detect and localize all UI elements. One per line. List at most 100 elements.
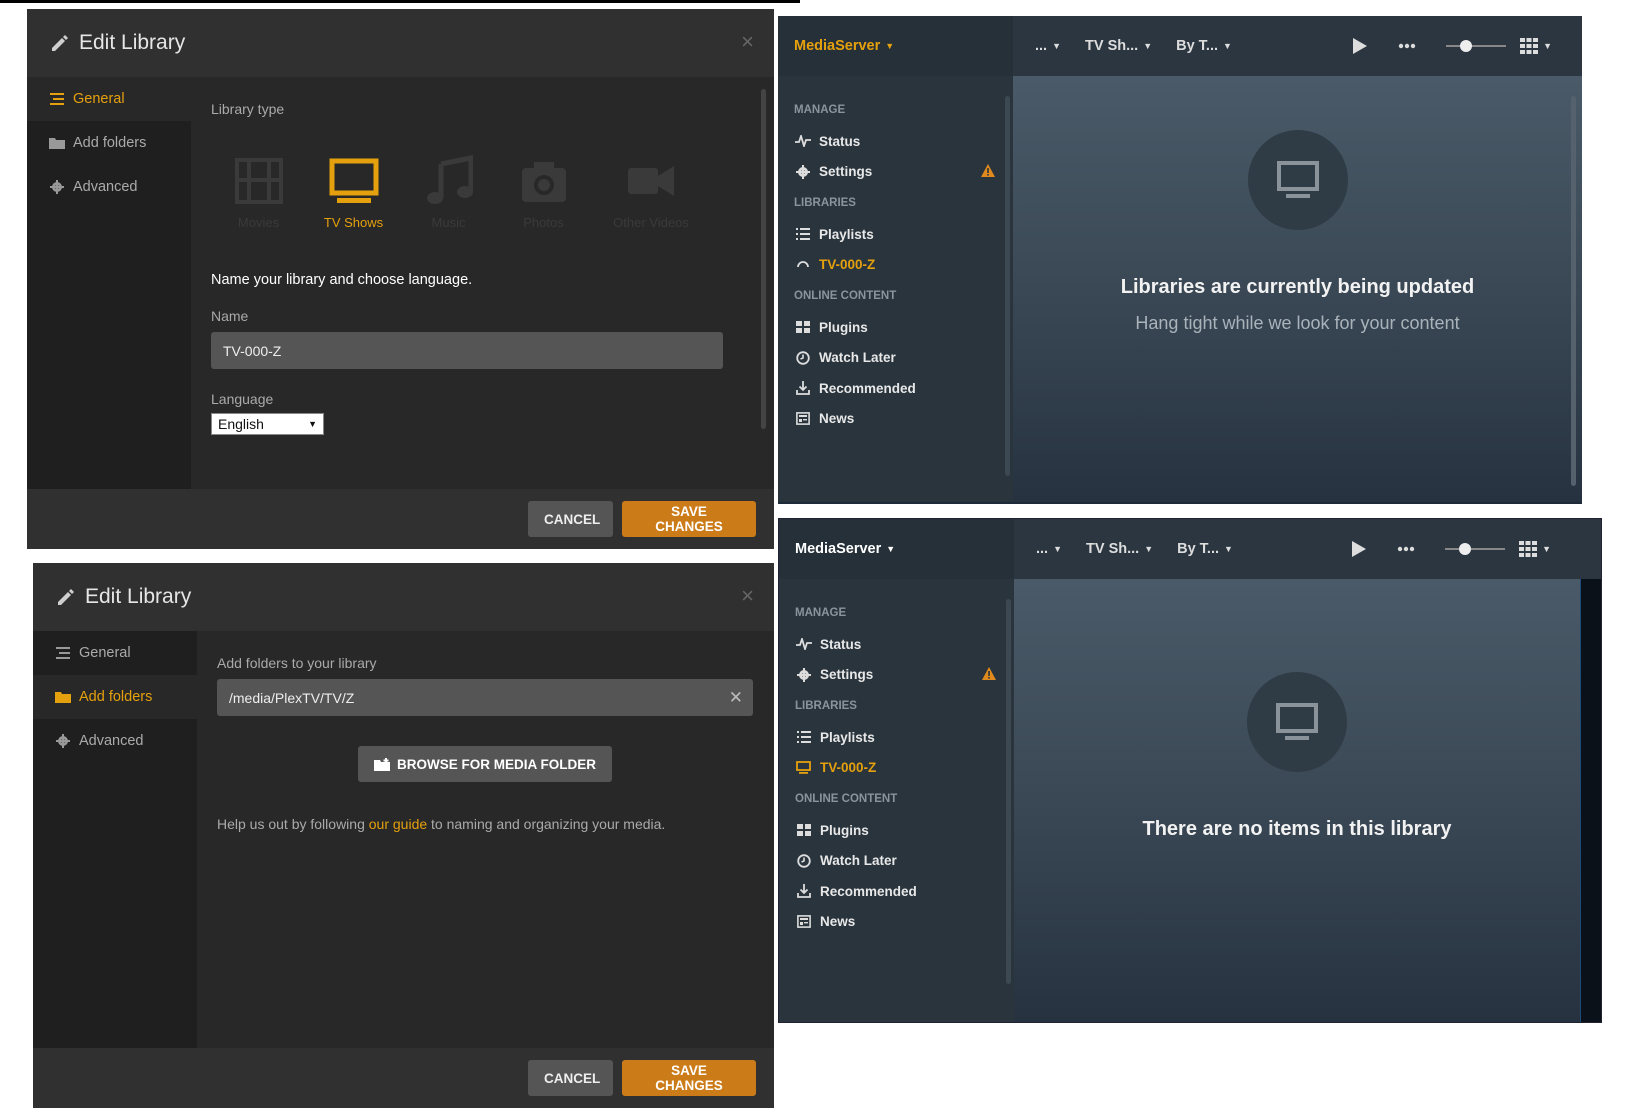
sidebar-item-settings[interactable]: Settings xyxy=(778,157,1013,188)
nav-more-dropdown[interactable]: ... ▼ xyxy=(1035,38,1061,54)
sidebar-item-label: Add folders xyxy=(79,689,153,705)
sidebar-item-status[interactable]: Status xyxy=(778,126,1013,157)
name-label: Name xyxy=(211,308,249,324)
nav-sort-dropdown[interactable]: By T... ▼ xyxy=(1177,541,1233,557)
sidebar-item-add-folders[interactable]: Add folders xyxy=(27,121,191,165)
save-changes-button[interactable]: SAVE CHANGES xyxy=(622,1060,756,1096)
server-selector[interactable]: MediaServer ▼ xyxy=(779,519,1014,579)
more-icon[interactable] xyxy=(1397,546,1415,552)
pencil-icon xyxy=(52,35,68,51)
chevron-down-icon: ▼ xyxy=(1052,41,1062,52)
newspaper-icon xyxy=(794,412,811,426)
language-select[interactable]: English ▼ xyxy=(211,413,324,435)
main-scrollbar[interactable] xyxy=(1571,96,1576,486)
film-icon xyxy=(234,158,283,204)
sidebar-item-playlists[interactable]: Playlists xyxy=(779,722,1014,753)
close-icon[interactable]: × xyxy=(741,31,754,53)
dialog-header: Edit Library × xyxy=(33,563,774,631)
remove-folder-icon[interactable]: ✕ xyxy=(729,688,743,708)
folder-path-field[interactable]: /media/PlexTV/TV/Z ✕ xyxy=(217,679,753,716)
sidebar-item-advanced[interactable]: Advanced xyxy=(27,165,191,209)
sidebar-item-watch-later[interactable]: Watch Later xyxy=(779,846,1014,877)
nav-label: TV Sh... xyxy=(1086,541,1140,557)
dialog-sidebar: General Add folders Advanced xyxy=(33,631,197,1048)
top-bar: MediaServer ▼ ... ▼ TV Sh... ▼ By T... ▼ ▼ xyxy=(779,519,1601,579)
help-text-before: Help us out by following xyxy=(217,816,369,832)
sidebar-item-advanced[interactable]: Advanced xyxy=(33,719,197,763)
top-border-line xyxy=(0,0,800,3)
clock-icon xyxy=(795,854,812,868)
play-icon[interactable] xyxy=(1352,37,1368,55)
sidebar-item-news[interactable]: News xyxy=(778,404,1013,435)
sidebar-item-label: Watch Later xyxy=(819,350,896,366)
library-type-tv-shows[interactable]: TV Shows xyxy=(306,155,401,230)
folder-icon xyxy=(55,690,71,704)
nav-more-dropdown[interactable]: ... ▼ xyxy=(1036,541,1062,557)
dialog-scrollbar[interactable] xyxy=(761,89,766,429)
library-type-photos[interactable]: Photos xyxy=(496,155,591,230)
tv-icon xyxy=(1276,161,1319,198)
library-type-movies[interactable]: Movies xyxy=(211,155,306,230)
sidebar-item-watch-later[interactable]: Watch Later xyxy=(778,343,1013,374)
sidebar-scrollbar[interactable] xyxy=(1005,96,1010,476)
library-name-input[interactable]: TV-000-Z xyxy=(211,332,723,369)
close-icon[interactable]: × xyxy=(741,585,754,607)
chevron-down-icon[interactable]: ▼ xyxy=(1543,41,1552,51)
sidebar-item-plugins[interactable]: Plugins xyxy=(779,815,1014,846)
sidebar-item-label: News xyxy=(820,914,856,930)
folder-icon xyxy=(49,136,65,150)
sidebar-item-add-folders[interactable]: Add folders xyxy=(33,675,197,719)
sidebar-item-recommended[interactable]: Recommended xyxy=(779,876,1014,907)
nav-library-dropdown[interactable]: TV Sh... ▼ xyxy=(1086,541,1153,557)
nav-library-dropdown[interactable]: TV Sh... ▼ xyxy=(1085,38,1152,54)
grid-view-icon[interactable] xyxy=(1520,38,1539,54)
cancel-button[interactable]: CANCEL xyxy=(528,501,613,537)
download-icon xyxy=(794,381,811,396)
sidebar-item-plugins[interactable]: Plugins xyxy=(778,312,1013,343)
server-name: MediaServer xyxy=(795,541,882,557)
more-icon[interactable] xyxy=(1398,43,1416,49)
library-type-other-videos[interactable]: Other Videos xyxy=(591,155,711,230)
sidebar-item-general[interactable]: General xyxy=(27,77,191,121)
save-changes-button[interactable]: SAVE CHANGES xyxy=(622,501,756,537)
pulse-icon xyxy=(794,135,811,148)
sidebar-item-label: Settings xyxy=(819,164,873,180)
nav-bar: ... ▼ TV Sh... ▼ By T... ▼ ▼ xyxy=(1013,16,1582,76)
size-slider[interactable] xyxy=(1445,542,1506,556)
gear-icon xyxy=(55,734,71,748)
grid-view-icon[interactable] xyxy=(1519,541,1538,557)
sidebar-item-status[interactable]: Status xyxy=(779,629,1014,660)
status-message: Libraries are currently being updated xyxy=(1120,276,1475,298)
library-type-music[interactable]: Music xyxy=(401,155,496,230)
sidebar-scrollbar[interactable] xyxy=(1006,599,1011,984)
nav-label: ... xyxy=(1036,541,1049,557)
sidebar-item-label: Plugins xyxy=(819,319,868,335)
sidebar-item-settings[interactable]: Settings xyxy=(779,660,1014,691)
section-online-content: ONLINE CONTENT xyxy=(795,793,898,805)
sidebar-item-tv-000-z[interactable]: TV-000-Z xyxy=(779,753,1014,784)
sidebar-item-recommended[interactable]: Recommended xyxy=(778,373,1013,404)
cancel-button[interactable]: CANCEL xyxy=(528,1060,613,1096)
sidebar-item-news[interactable]: News xyxy=(779,907,1014,938)
play-icon[interactable] xyxy=(1351,540,1367,558)
server-selector[interactable]: MediaServer ▼ xyxy=(778,16,1013,76)
dialog-body: Add folders to your library /media/PlexT… xyxy=(197,631,774,1048)
sidebar-item-tv-000-z[interactable]: TV-000-Z xyxy=(778,250,1013,281)
dialog-body: Library type Movies TV Shows Music Photo… xyxy=(191,77,774,489)
help-text: Help us out by following our guide to na… xyxy=(217,816,754,832)
browse-media-folder-button[interactable]: BROWSE FOR MEDIA FOLDER xyxy=(358,746,612,782)
sidebar-item-playlists[interactable]: Playlists xyxy=(778,219,1013,250)
nav-sort-dropdown[interactable]: By T... ▼ xyxy=(1176,38,1232,54)
sidebar-item-label: Status xyxy=(820,636,862,652)
download-icon xyxy=(795,884,812,899)
guide-link[interactable]: our guide xyxy=(369,816,427,832)
size-slider[interactable] xyxy=(1446,39,1507,53)
chevron-down-icon: ▼ xyxy=(1053,544,1063,555)
mediaserver-panel-empty: MediaServer ▼ ... ▼ TV Sh... ▼ By T... ▼ ▼ M… xyxy=(778,518,1602,1023)
sidebar-item-general[interactable]: General xyxy=(33,631,197,675)
grid-icon xyxy=(794,321,811,334)
mediaserver-panel-updating: MediaServer ▼ ... ▼ TV Sh... ▼ By T... ▼ ▼ M… xyxy=(778,16,1582,504)
chevron-down-icon[interactable]: ▼ xyxy=(1542,544,1551,554)
nav-label: By T... xyxy=(1176,38,1219,54)
sidebar-item-label: Advanced xyxy=(79,733,144,749)
